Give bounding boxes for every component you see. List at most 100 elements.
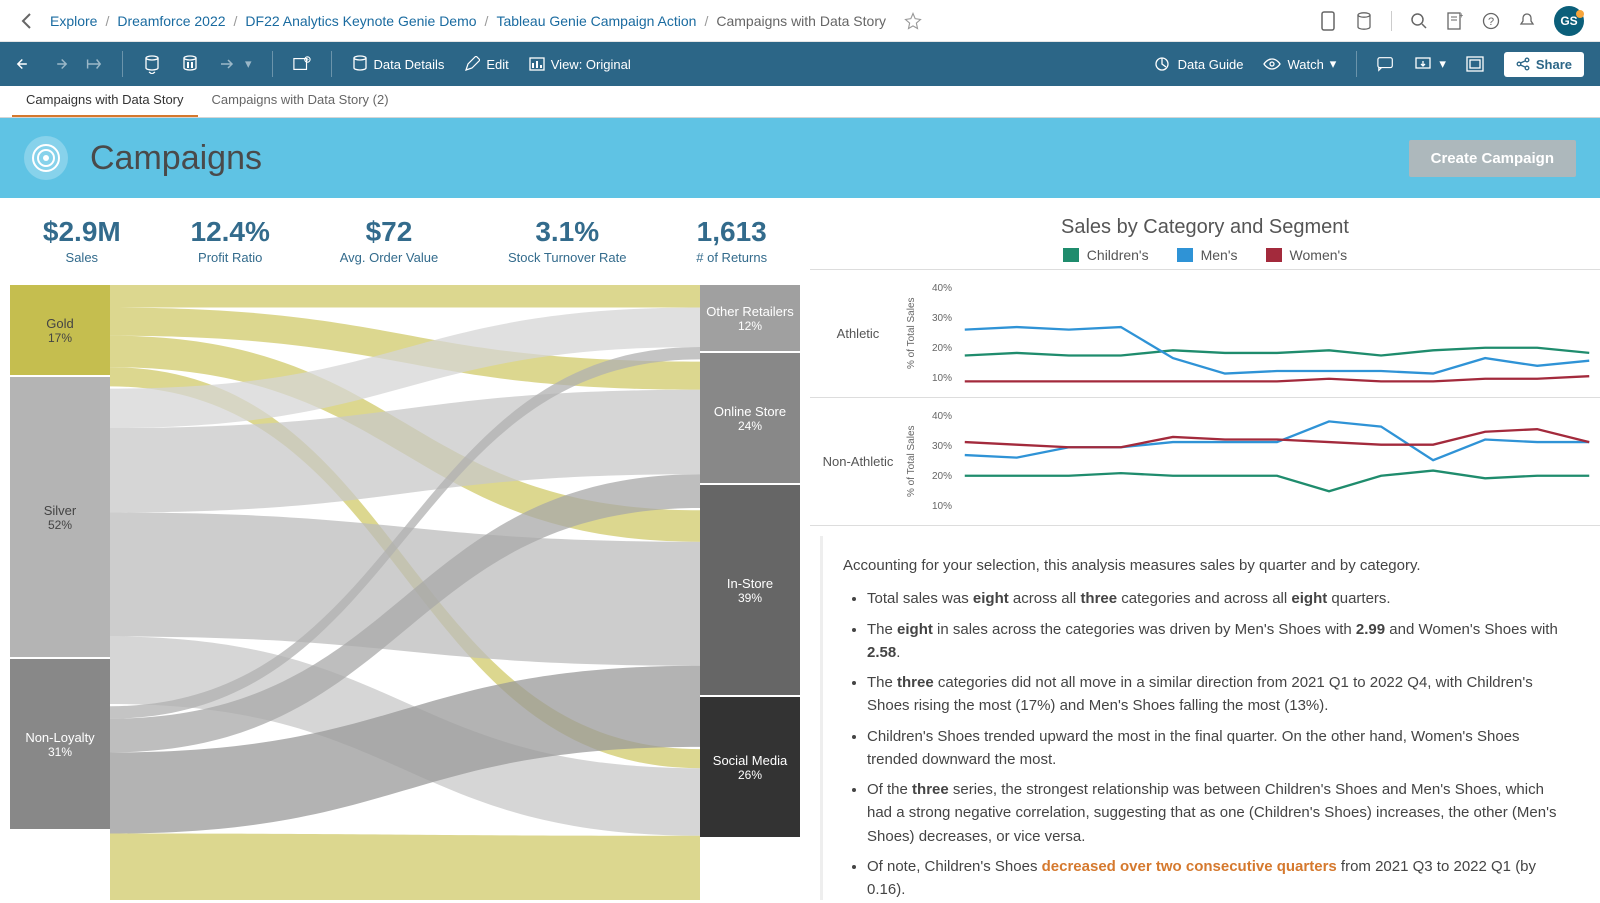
sankey-chart[interactable]: Gold17%Silver52%Non-Loyalty31% Other Ret… [8, 285, 802, 900]
legend-item[interactable]: Women's [1266, 247, 1348, 263]
kpi-stock-turnover[interactable]: 3.1% Stock Turnover Rate [508, 216, 627, 265]
legend-swatch [1063, 248, 1079, 262]
chart-row: Athletic% of Total Sales40%30%20%10% [810, 270, 1600, 398]
sankey-node[interactable]: Other Retailers12% [700, 285, 800, 351]
favorite-icon[interactable] [904, 12, 922, 30]
create-campaign-button[interactable]: Create Campaign [1409, 140, 1576, 177]
kpi-row: $2.9M Sales 12.4% Profit Ratio $72Avg. Ord… [8, 216, 802, 265]
kpi-avg-order[interactable]: $72Avg. Order Value [340, 216, 439, 265]
chart-legend: Children's Men's Women's [810, 247, 1600, 263]
header-actions: + ? GS [1319, 6, 1584, 36]
story-bullet: Total sales was eight across all three c… [867, 587, 1572, 610]
share-button[interactable]: Share [1504, 52, 1584, 77]
chart-plot[interactable] [954, 270, 1600, 397]
pause-icon[interactable] [181, 55, 199, 73]
chart-row: Non-Athletic% of Total Sales40%30%20%10% [810, 398, 1600, 526]
data-guide-button[interactable]: Data Guide [1154, 56, 1244, 72]
sankey-node[interactable]: Online Store24% [700, 353, 800, 483]
view-button[interactable]: View: Original [529, 57, 631, 72]
data-story: Accounting for your selection, this anal… [820, 536, 1600, 900]
revert-icon[interactable] [84, 55, 102, 73]
view-label: View: Original [551, 57, 631, 72]
redo-icon[interactable] [50, 55, 68, 73]
edit-button[interactable]: Edit [464, 56, 508, 72]
fullscreen-icon[interactable] [1466, 55, 1484, 73]
sankey-node-label: Other Retailers [706, 304, 793, 319]
refresh-icon[interactable] [143, 55, 161, 73]
breadcrumb-link[interactable]: Dreamforce 2022 [117, 13, 225, 29]
tab-campaigns-story-2[interactable]: Campaigns with Data Story (2) [198, 86, 403, 117]
story-bullet: The eight in sales across the categories… [867, 618, 1572, 665]
story-bullet: The three categories did not all move in… [867, 671, 1572, 718]
campaign-icon [24, 136, 68, 180]
legend-swatch [1177, 248, 1193, 262]
chart-segment-label: Athletic [810, 270, 906, 397]
sankey-node-label: Non-Loyalty [25, 730, 94, 745]
kpi-label: Stock Turnover Rate [508, 250, 627, 265]
kpi-returns[interactable]: 1,613 # of Returns [696, 216, 767, 265]
kpi-sales[interactable]: $2.9M Sales [43, 216, 121, 265]
chart-ylabel: % of Total Sales [906, 270, 920, 397]
avatar[interactable]: GS [1554, 6, 1584, 36]
kpi-label: Profit Ratio [191, 250, 270, 265]
help-icon[interactable]: ? [1482, 12, 1500, 30]
kpi-value: 3.1% [508, 216, 627, 248]
database-icon[interactable] [1355, 12, 1373, 30]
breadcrumb-link[interactable]: Tableau Genie Campaign Action [496, 13, 696, 29]
legend-item[interactable]: Children's [1063, 247, 1149, 263]
breadcrumb-link[interactable]: Explore [50, 13, 97, 29]
breadcrumb-link[interactable]: DF22 Analytics Keynote Genie Demo [245, 13, 476, 29]
data-details-button[interactable]: Data Details [352, 55, 445, 73]
sankey-node-label: Social Media [713, 753, 787, 768]
story-bullet: Of the three series, the strongest relat… [867, 778, 1572, 848]
svg-text:+: + [305, 57, 309, 64]
kpi-value: $2.9M [43, 216, 121, 248]
watch-dropdown[interactable]: Watch ▾ [1263, 56, 1336, 72]
sankey-node[interactable]: Social Media26% [700, 697, 800, 837]
sankey-node[interactable]: In-Store39% [700, 485, 800, 695]
chart-yaxis: 40%30%20%10% [920, 270, 954, 397]
notifications-icon[interactable] [1518, 12, 1536, 30]
note-icon[interactable]: + [1446, 12, 1464, 30]
back-button[interactable] [16, 9, 40, 33]
sankey-node-label: In-Store [727, 576, 773, 591]
svg-text:?: ? [1488, 16, 1494, 28]
edit-label: Edit [486, 57, 508, 72]
comment-icon[interactable] [1377, 55, 1395, 73]
share-label: Share [1536, 57, 1572, 72]
sankey-node[interactable]: Gold17% [10, 285, 110, 375]
sankey-node-pct: 24% [738, 419, 762, 433]
search-icon[interactable] [1410, 12, 1428, 30]
sankey-node-pct: 17% [48, 331, 72, 345]
sankey-node-pct: 52% [48, 518, 72, 532]
download-dropdown[interactable]: ▾ [1415, 56, 1446, 72]
sankey-node[interactable]: Silver52% [10, 377, 110, 657]
legend-label: Women's [1290, 247, 1348, 263]
svg-text:+: + [1459, 12, 1463, 20]
kpi-label: Sales [43, 250, 121, 265]
kpi-value: 1,613 [696, 216, 767, 248]
chart-title: Sales by Category and Segment [810, 216, 1600, 239]
sankey-node[interactable]: Non-Loyalty31% [10, 659, 110, 829]
undo-icon[interactable] [16, 55, 34, 73]
story-bullet: Children's Shoes trended upward the most… [867, 725, 1572, 772]
page-title: Campaigns [90, 139, 1387, 178]
tab-campaigns-story[interactable]: Campaigns with Data Story [12, 86, 198, 117]
story-intro: Accounting for your selection, this anal… [843, 554, 1572, 577]
replay-dropdown[interactable]: ▾ [219, 56, 252, 72]
data-guide-label: Data Guide [1178, 57, 1244, 72]
sankey-node-pct: 39% [738, 591, 762, 605]
new-worksheet-icon[interactable]: + [293, 55, 311, 73]
device-icon[interactable] [1319, 12, 1337, 30]
sankey-node-pct: 31% [48, 745, 72, 759]
page-banner: Campaigns Create Campaign [0, 118, 1600, 198]
kpi-label: # of Returns [696, 250, 767, 265]
line-charts[interactable]: Athletic% of Total Sales40%30%20%10%Non-… [810, 269, 1600, 526]
kpi-value: $72 [340, 216, 439, 248]
kpi-profit-ratio[interactable]: 12.4% Profit Ratio [191, 216, 270, 265]
legend-item[interactable]: Men's [1177, 247, 1238, 263]
chart-plot[interactable] [954, 398, 1600, 525]
kpi-value: 12.4% [191, 216, 270, 248]
breadcrumb-current: Campaigns with Data Story [716, 13, 886, 29]
legend-label: Children's [1087, 247, 1149, 263]
